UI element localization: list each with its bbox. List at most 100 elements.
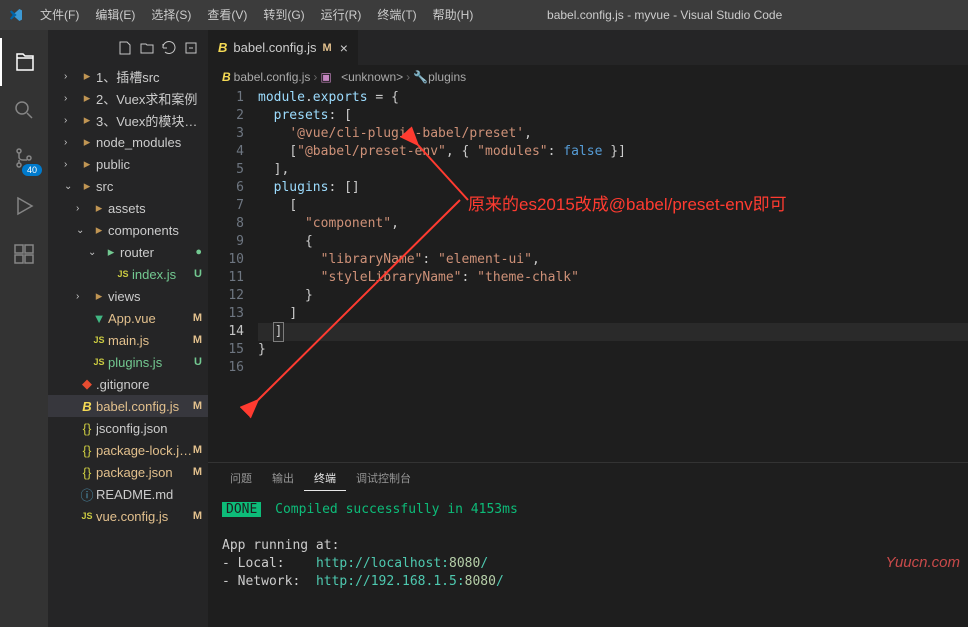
code-line[interactable]: { [258, 233, 968, 251]
code-line[interactable]: '@vue/cli-plugin-babel/preset', [258, 125, 968, 143]
tree-label: views [108, 289, 208, 304]
chevron-icon: › [76, 291, 90, 302]
panel-tab[interactable]: 输出 [262, 466, 304, 490]
new-file-icon[interactable] [117, 40, 133, 56]
chevron-icon: ⌄ [64, 181, 78, 192]
tree-item[interactable]: {}package.jsonM [48, 461, 208, 483]
breadcrumb-file: babel.config.js [234, 70, 311, 84]
menu-item[interactable]: 终端(T) [369, 0, 424, 30]
chevron-icon: › [64, 137, 78, 148]
breadcrumb-seg2: plugins [428, 70, 466, 84]
tree-item[interactable]: Bbabel.config.jsM [48, 395, 208, 417]
tree-item[interactable]: JSindex.jsU [48, 263, 208, 285]
file-icon: ◆ [78, 376, 96, 392]
tree-label: babel.config.js [96, 399, 193, 414]
extensions-icon[interactable] [0, 230, 48, 278]
tree-label: .gitignore [96, 377, 208, 392]
code-line[interactable]: ["@babel/preset-env", { "modules": false… [258, 143, 968, 161]
tree-item[interactable]: JSmain.jsM [48, 329, 208, 351]
menu-item[interactable]: 编辑(E) [87, 0, 143, 30]
new-folder-icon[interactable] [139, 40, 155, 56]
network-url[interactable]: http://192.168.1.5:8080/ [316, 574, 504, 589]
file-icon: ▸ [78, 112, 96, 128]
menu-item[interactable]: 帮助(H) [425, 0, 482, 30]
tree-item[interactable]: {}jsconfig.json [48, 417, 208, 439]
search-icon[interactable] [0, 86, 48, 134]
menu-bar: 文件(F)编辑(E)选择(S)查看(V)转到(G)运行(R)终端(T)帮助(H) [32, 0, 481, 30]
run-debug-icon[interactable] [0, 182, 48, 230]
tab-babel-config[interactable]: B babel.config.js M × [208, 30, 359, 65]
tree-item[interactable]: ›▸1、插槽src [48, 65, 208, 87]
tree-label: public [96, 157, 208, 172]
panel-tab[interactable]: 调试控制台 [346, 466, 421, 490]
code-line[interactable]: "styleLibraryName": "theme-chalk" [258, 269, 968, 287]
editor-area: B babel.config.js M × B babel.config.js … [208, 30, 968, 627]
code-line[interactable]: ] [258, 323, 968, 341]
tree-item[interactable]: ›▸public [48, 153, 208, 175]
code-line[interactable]: "libraryName": "element-ui", [258, 251, 968, 269]
tree-label: package.json [96, 465, 193, 480]
code-content[interactable]: module.exports = { presets: [ '@vue/cli-… [258, 89, 968, 377]
menu-item[interactable]: 转到(G) [255, 0, 312, 30]
tree-item[interactable]: ⌄▸components [48, 219, 208, 241]
chevron-icon: › [64, 115, 78, 126]
title-bar: 文件(F)编辑(E)选择(S)查看(V)转到(G)运行(R)终端(T)帮助(H)… [0, 0, 968, 30]
code-line[interactable]: presets: [ [258, 107, 968, 125]
menu-item[interactable]: 文件(F) [32, 0, 87, 30]
breadcrumb[interactable]: B babel.config.js › ▣ <unknown> › 🔧 plug… [208, 65, 968, 89]
code-editor[interactable]: 12345678910111213141516 module.exports =… [208, 89, 968, 377]
code-line[interactable] [258, 359, 968, 377]
terminal-output[interactable]: DONE Compiled successfully in 4153ms App… [208, 493, 968, 599]
tree-item[interactable]: ›▸views [48, 285, 208, 307]
tree-item[interactable]: JSvue.config.jsM [48, 505, 208, 527]
menu-item[interactable]: 运行(R) [313, 0, 370, 30]
panel-tab[interactable]: 终端 [304, 466, 346, 491]
tree-item[interactable]: {}package-lock.jsonM [48, 439, 208, 461]
close-icon[interactable]: × [340, 40, 348, 56]
tree-item[interactable]: ⌄▸router● [48, 241, 208, 263]
tree-item[interactable]: JSplugins.jsU [48, 351, 208, 373]
tree-item[interactable]: ›▸node_modules [48, 131, 208, 153]
menu-item[interactable]: 查看(V) [199, 0, 255, 30]
local-url[interactable]: http://localhost:8080/ [316, 556, 488, 571]
git-status: U [194, 356, 202, 368]
code-line[interactable]: } [258, 287, 968, 305]
code-line[interactable]: "component", [258, 215, 968, 233]
window-title: babel.config.js - myvue - Visual Studio … [481, 8, 848, 22]
chevron-icon: ⌄ [76, 225, 90, 236]
git-status: M [193, 400, 202, 412]
git-status: M [193, 510, 202, 522]
tree-item[interactable]: ›▸3、Vuex的模块… [48, 109, 208, 131]
code-line[interactable]: [ [258, 197, 968, 215]
menu-item[interactable]: 选择(S) [143, 0, 199, 30]
source-control-icon[interactable]: 40 [0, 134, 48, 182]
code-line[interactable]: ] [258, 305, 968, 323]
code-line[interactable]: plugins: [] [258, 179, 968, 197]
tree-label: main.js [108, 333, 193, 348]
tree-item[interactable]: ›▸assets [48, 197, 208, 219]
git-status: U [194, 268, 202, 280]
explorer-icon[interactable] [0, 38, 48, 86]
tree-item[interactable]: ▼App.vueM [48, 307, 208, 329]
collapse-icon[interactable] [183, 40, 199, 56]
cube-icon: ▣ [320, 70, 331, 84]
code-line[interactable]: } [258, 341, 968, 359]
file-icon: ▸ [78, 134, 96, 150]
panel-tab[interactable]: 问题 [220, 466, 262, 490]
watermark: Yuucn.com [886, 554, 960, 571]
tree-item[interactable]: ⌄▸src [48, 175, 208, 197]
file-icon: ⓘ [78, 485, 96, 504]
tree-label: App.vue [108, 311, 193, 326]
tree-label: src [96, 179, 208, 194]
code-line[interactable]: module.exports = { [258, 89, 968, 107]
tree-label: package-lock.json [96, 443, 193, 458]
tree-item[interactable]: ›▸2、Vuex求和案例 [48, 87, 208, 109]
file-tree: ›▸1、插槽src›▸2、Vuex求和案例›▸3、Vuex的模块…›▸node_… [48, 65, 208, 527]
refresh-icon[interactable] [161, 40, 177, 56]
tree-item[interactable]: ◆.gitignore [48, 373, 208, 395]
file-icon: ▸ [78, 156, 96, 172]
tree-item[interactable]: ⓘREADME.md [48, 483, 208, 505]
code-line[interactable]: ], [258, 161, 968, 179]
app-running: App running at: [222, 537, 954, 555]
file-icon: ▼ [90, 311, 108, 326]
